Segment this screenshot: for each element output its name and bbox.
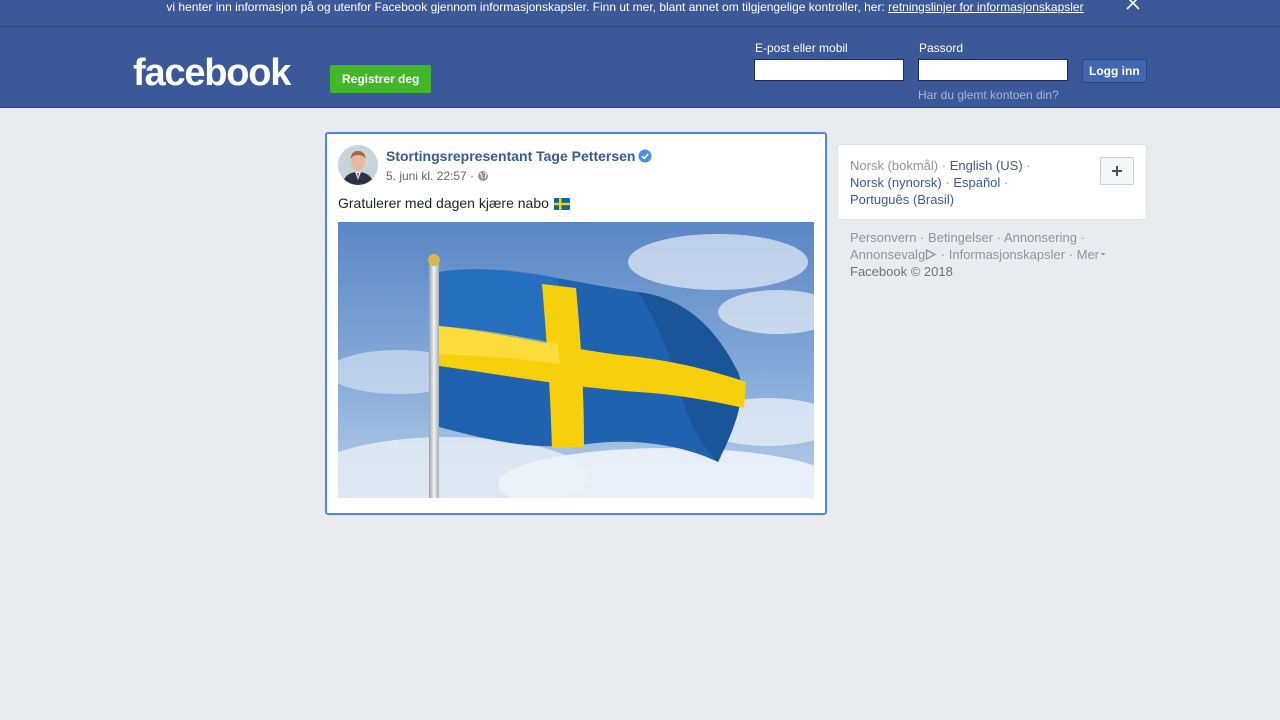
- language-norsk-nynorsk[interactable]: Norsk (nynorsk): [850, 175, 942, 190]
- plus-icon: [1112, 166, 1122, 176]
- adchoices-icon: [926, 248, 937, 261]
- footer-link-informasjonskapsler[interactable]: Informasjonskapsler: [949, 247, 1065, 262]
- cookie-banner-text: vi henter inn informasjon på og utenfor …: [0, 0, 1250, 14]
- footer-link-betingelser[interactable]: Betingelser: [928, 230, 993, 245]
- footer-link-annonsevalg[interactable]: Annonsevalg: [850, 247, 925, 262]
- login-button[interactable]: Logg inn: [1082, 59, 1147, 83]
- register-button[interactable]: Registrer deg: [330, 65, 432, 93]
- post-message: Gratulerer med dagen kjære nabo: [338, 195, 549, 211]
- email-label: E-post eller mobil: [755, 41, 848, 55]
- post-author-link[interactable]: Stortingsrepresentant Tage Pettersen: [386, 148, 635, 164]
- cookie-message: vi henter inn informasjon på og utenfor …: [166, 0, 885, 14]
- language-line-2: Norsk (nynorsk) · Español ·: [850, 175, 1009, 190]
- post-photo-swedish-flag[interactable]: [338, 222, 814, 498]
- forgot-account-link[interactable]: Har du glemt kontoen din?: [918, 88, 1059, 102]
- language-english-us[interactable]: English (US): [950, 158, 1023, 173]
- password-field[interactable]: [918, 59, 1068, 81]
- top-header: facebook Registrer deg E-post eller mobi…: [0, 26, 1280, 108]
- language-line-3: Português (Brasil): [850, 191, 954, 208]
- footer-line-3: Facebook © 2018: [850, 263, 953, 280]
- language-portugues-brasil[interactable]: Português (Brasil): [850, 192, 954, 207]
- footer-line-2: Annonsevalg · Informasjonskapsler · Mer: [850, 246, 1107, 263]
- post-card: Stortingsrepresentant Tage Pettersen 5. …: [325, 132, 827, 515]
- language-selector: Norsk (bokmål) · English (US) · Norsk (n…: [837, 144, 1147, 220]
- copyright-text: Facebook © 2018: [850, 264, 953, 279]
- globe-icon[interactable]: [477, 170, 489, 182]
- close-icon[interactable]: [1124, 0, 1142, 12]
- email-field[interactable]: [754, 59, 904, 81]
- language-line-1: Norsk (bokmål) · English (US) ·: [850, 158, 1031, 173]
- verified-badge-icon: [638, 149, 652, 163]
- password-label: Passord: [919, 41, 964, 55]
- language-espanol[interactable]: Español: [953, 175, 1000, 190]
- chevron-down-icon[interactable]: [1099, 250, 1107, 258]
- add-language-button[interactable]: [1100, 157, 1134, 185]
- footer-line-1: Personvern · Betingelser · Annonsering ·: [850, 230, 1085, 245]
- facebook-logo[interactable]: facebook: [133, 51, 291, 95]
- footer-link-personvern[interactable]: Personvern: [850, 230, 916, 245]
- author-avatar[interactable]: [338, 145, 378, 185]
- swedish-flag-emoji: [554, 198, 570, 210]
- post-timestamp[interactable]: 5. juni kl. 22:57 ·: [386, 169, 474, 183]
- cookie-policy-link[interactable]: retningslinjer for informasjonskapsler: [888, 0, 1083, 14]
- footer-link-mer[interactable]: Mer: [1077, 247, 1099, 262]
- footer-link-annonsering[interactable]: Annonsering: [1004, 230, 1077, 245]
- current-language: Norsk (bokmål): [850, 158, 939, 173]
- cookie-banner: vi henter inn informasjon på og utenfor …: [0, 0, 1280, 26]
